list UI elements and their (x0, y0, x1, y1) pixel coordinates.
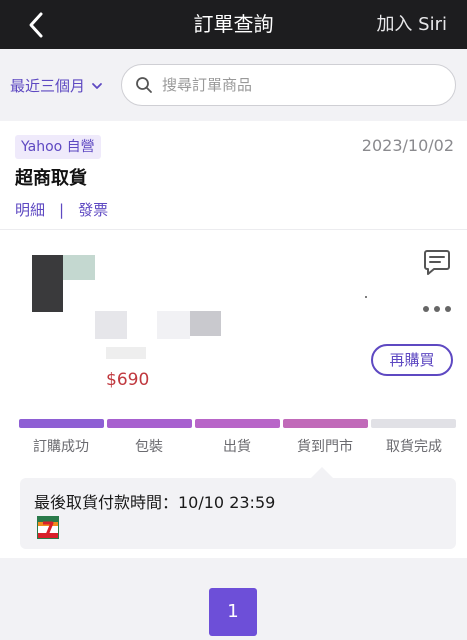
blurred-product-name (157, 311, 190, 339)
add-to-siri-button[interactable]: 加入 Siri (376, 0, 447, 49)
pickup-notice: 最後取貨付款時間：10/10 23:59 (20, 478, 456, 549)
detail-link[interactable]: 明細 (15, 199, 45, 220)
filter-bar: 最近三個月 (0, 49, 467, 121)
step-label: 訂購成功 (33, 439, 89, 455)
progress-segment (371, 419, 456, 428)
delivery-method: 超商取貨 (15, 168, 87, 189)
order-price: $690 (106, 370, 150, 390)
blurred-product-name (95, 311, 127, 339)
progress-segment (283, 419, 368, 428)
pickup-deadline: 最後取貨付款時間：10/10 23:59 (34, 493, 276, 512)
step-label: 貨到門市 (297, 439, 353, 455)
progress-segment (19, 419, 104, 428)
order-links: 明細 | 發票 (15, 199, 108, 220)
date-range-dropdown[interactable]: 最近三個月 (10, 75, 103, 96)
invoice-link[interactable]: 發票 (78, 199, 108, 220)
step-label: 取貨完成 (386, 439, 442, 455)
order-date: 2023/10/02 (361, 136, 454, 155)
blurred-quantity (106, 347, 146, 359)
step-label: 包裝 (135, 439, 163, 455)
date-range-label: 最近三個月 (10, 77, 86, 95)
progress-segment (107, 419, 192, 428)
rebuy-button[interactable]: 再購買 (371, 344, 453, 376)
store-badge: Yahoo 自營 (15, 135, 101, 159)
seven-eleven-logo (37, 516, 59, 539)
page-button-current[interactable]: 1 (209, 588, 257, 636)
product-image[interactable] (32, 255, 63, 312)
link-separator: | (59, 200, 65, 219)
product-image-fragment (63, 255, 95, 280)
search-input[interactable] (162, 65, 442, 104)
chevron-down-icon (92, 82, 102, 89)
order-progress (19, 419, 456, 428)
step-label: 出貨 (223, 439, 251, 455)
blur-artifact (365, 296, 367, 298)
order-card: Yahoo 自營 2023/10/02 超商取貨 明細 | 發票 $690 再購… (0, 121, 467, 558)
blurred-product-name (190, 311, 221, 336)
divider (0, 229, 467, 230)
search-box[interactable] (121, 64, 456, 106)
top-bar: 訂單查詢 加入 Siri (0, 0, 467, 49)
more-icon[interactable] (421, 305, 453, 313)
search-icon (136, 77, 152, 93)
progress-segment (195, 419, 280, 428)
notice-pointer (311, 467, 333, 478)
chat-icon[interactable] (422, 247, 452, 277)
